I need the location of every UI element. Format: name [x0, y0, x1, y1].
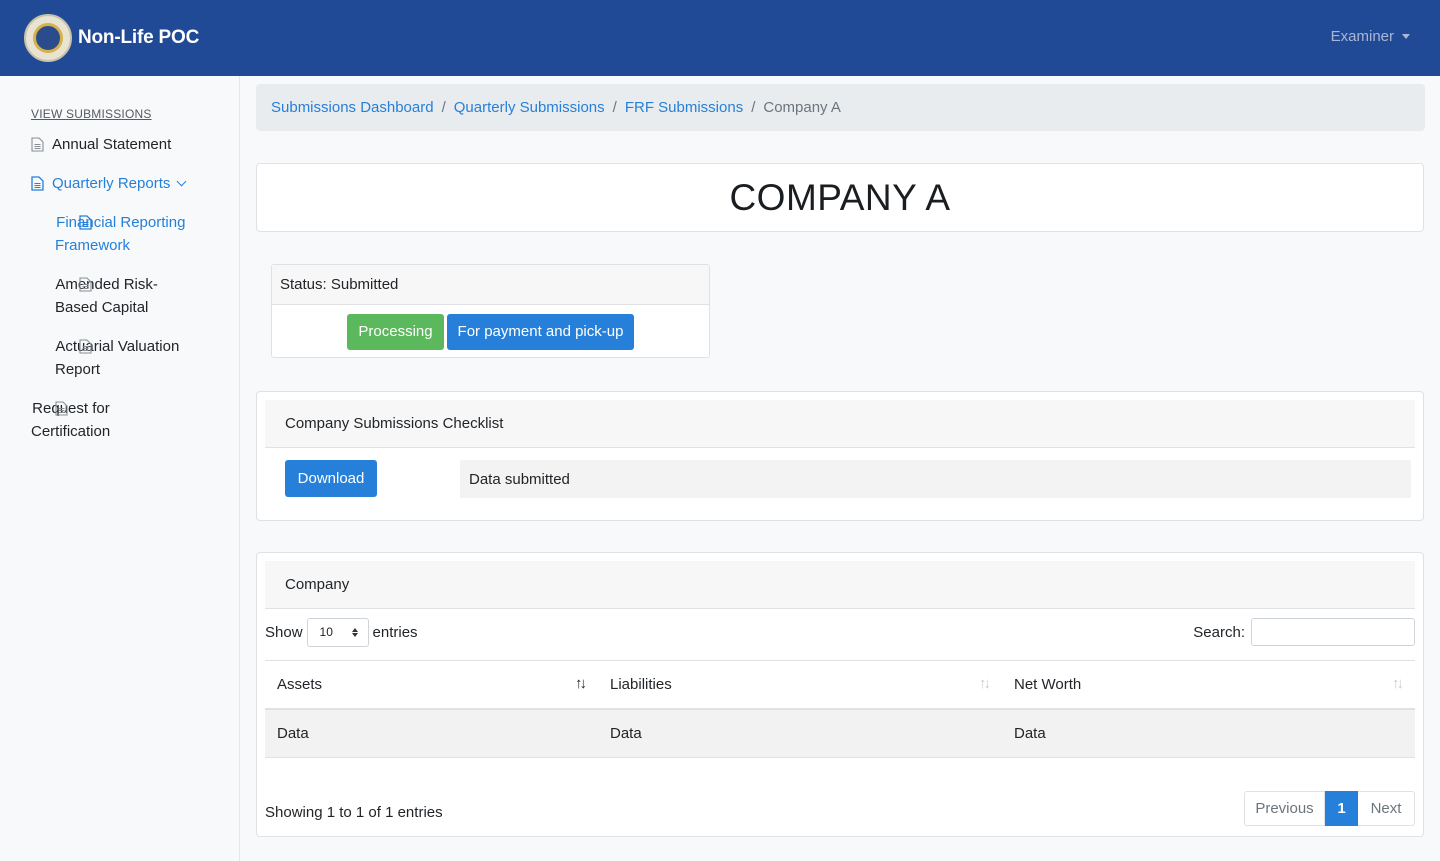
app-title: Non-Life POC	[78, 27, 200, 48]
document-icon	[31, 137, 44, 152]
checklist-header: Company Submissions Checklist	[265, 400, 1415, 448]
cell-net-worth: Data	[1002, 708, 1415, 758]
document-icon	[79, 339, 92, 354]
sort-asc-icon: ↑↓	[575, 675, 587, 692]
entries-select-value: 10	[319, 625, 333, 639]
data-submitted-note: Data submitted	[460, 460, 1411, 498]
breadcrumb-link-frf[interactable]: FRF Submissions	[625, 99, 743, 116]
pagination-page-current[interactable]: 1	[1325, 791, 1358, 826]
processing-button[interactable]: Processing	[347, 313, 444, 350]
sidebar-subitem-actuarial[interactable]: Actuarial Valuation Report	[55, 335, 215, 381]
sidebar-item-label: Annual Statement	[52, 136, 172, 153]
status-card: Status: Submitted Processing For payment…	[271, 264, 710, 358]
title-card: COMPANY A	[256, 163, 1424, 232]
breadcrumb-separator: /	[612, 99, 617, 116]
breadcrumb: Submissions Dashboard / Quarterly Submis…	[256, 84, 1425, 131]
select-arrows-icon	[351, 627, 358, 637]
download-button[interactable]: Download	[285, 460, 377, 497]
sidebar-item-label: Amended Risk-Based Capital	[55, 276, 158, 316]
breadcrumb-current: Company A	[763, 99, 841, 116]
sort-icon: ↑↓	[1392, 675, 1404, 692]
document-icon	[31, 176, 44, 191]
breadcrumb-link-dashboard[interactable]: Submissions Dashboard	[271, 99, 434, 116]
entries-length-control: Show 10 entries	[265, 617, 418, 647]
column-label: Liabilities	[610, 675, 672, 693]
company-table: Assets ↑↓ Liabilities ↑↓ Net Worth ↑↓ Da…	[265, 660, 1415, 758]
cell-liabilities: Data	[598, 708, 1002, 758]
show-label: Show	[265, 623, 303, 641]
sidebar-item-annual-statement[interactable]: Annual Statement	[31, 133, 171, 156]
entries-select[interactable]: 10	[306, 617, 369, 647]
status-actions: Processing For payment and pick-up	[272, 305, 709, 358]
company-header: Company	[265, 561, 1415, 609]
column-label: Assets	[277, 675, 323, 693]
page-title: COMPANY A	[729, 176, 951, 218]
pagination-previous[interactable]: Previous	[1244, 791, 1325, 826]
column-header-assets[interactable]: Assets ↑↓	[265, 660, 598, 710]
breadcrumb-link-quarterly[interactable]: Quarterly Submissions	[454, 99, 605, 116]
breadcrumb-separator: /	[751, 99, 756, 116]
user-dropdown[interactable]: Examiner	[1331, 28, 1410, 45]
chevron-down-icon	[176, 176, 187, 187]
cell-assets: Data	[265, 708, 598, 758]
breadcrumb-separator: /	[441, 99, 446, 116]
checklist-card: Company Submissions Checklist Download D…	[256, 391, 1424, 521]
table-row: Data Data Data	[265, 708, 1415, 758]
brand[interactable]: Non-Life POC	[24, 14, 199, 62]
sidebar-item-quarterly-reports[interactable]: Quarterly Reports	[31, 172, 187, 195]
payment-pickup-button[interactable]: For payment and pick-up	[447, 313, 634, 350]
entries-label: entries	[372, 623, 418, 641]
sidebar: VIEW SUBMISSIONS Annual Statement Quarte…	[0, 76, 240, 861]
sidebar-item-label: Request for Certification	[31, 400, 111, 440]
user-label: Examiner	[1330, 28, 1394, 45]
column-header-net-worth[interactable]: Net Worth ↑↓	[1002, 660, 1415, 710]
sidebar-heading[interactable]: VIEW SUBMISSIONS	[31, 107, 152, 121]
sort-icon: ↑↓	[979, 675, 991, 692]
column-label: Net Worth	[1014, 675, 1082, 693]
status-label: Status: Submitted	[272, 265, 709, 305]
column-header-liabilities[interactable]: Liabilities ↑↓	[598, 660, 1002, 710]
top-navbar: Non-Life POC Examiner	[0, 0, 1440, 76]
document-icon	[79, 215, 92, 230]
sidebar-item-label: Actuarial Valuation Report	[55, 338, 180, 378]
sidebar-item-label: Quarterly Reports	[52, 175, 171, 192]
pagination-next[interactable]: Next	[1358, 791, 1415, 826]
document-icon	[79, 277, 92, 292]
sidebar-subitem-frf[interactable]: Financial Reporting Framework	[55, 211, 225, 257]
sidebar-item-request-certification[interactable]: Request for Certification	[31, 397, 161, 443]
sidebar-item-label: Financial Reporting Framework	[55, 214, 186, 254]
caret-down-icon	[1402, 34, 1410, 39]
company-card: Company Show 10 entries Search: Assets ↑…	[256, 552, 1424, 837]
sidebar-subitem-amended-rbc[interactable]: Amended Risk-Based Capital	[55, 273, 195, 319]
table-info: Showing 1 to 1 of 1 entries	[265, 804, 443, 821]
document-icon	[55, 401, 68, 416]
search-input[interactable]	[1251, 618, 1415, 646]
search-label: Search:	[1193, 623, 1245, 641]
pagination: Previous 1 Next	[1244, 791, 1415, 826]
commission-seal-logo	[24, 14, 72, 62]
table-search: Search:	[1193, 617, 1415, 647]
